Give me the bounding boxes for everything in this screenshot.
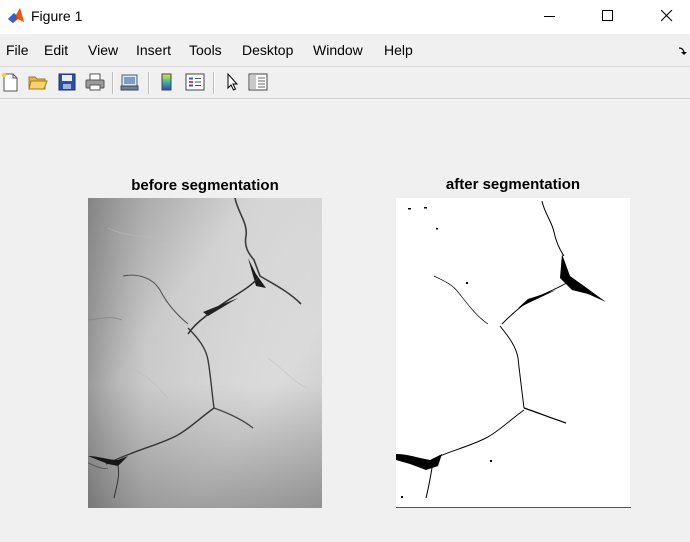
minimize-icon [544,16,555,17]
insert-colorbar-button[interactable] [156,71,178,93]
menu-edit[interactable]: Edit [44,42,68,58]
maximize-icon [602,10,613,21]
link-plot-button[interactable] [119,71,141,93]
toolbar-separator [148,72,150,94]
matlab-logo-icon [8,8,24,23]
link-plot-icon [120,74,139,91]
right-axes-title: after segmentation [445,176,581,193]
property-inspector-button[interactable] [247,71,269,93]
edit-plot-arrow-icon [227,72,239,91]
property-inspector-icon [248,73,268,91]
menu-file[interactable]: File [6,42,29,58]
toolbar-separator [213,72,215,94]
before-segmentation-image [88,198,322,508]
new-figure-button[interactable] [0,71,22,93]
title-bar: Figure 1 [0,0,690,34]
maximize-button[interactable] [585,0,631,32]
window-title: Figure 1 [31,8,83,24]
open-file-icon [28,76,48,90]
after-segmentation-image [396,198,630,508]
save-icon [58,73,76,91]
new-figure-icon [1,72,18,92]
menu-help[interactable]: Help [384,42,413,58]
menu-window[interactable]: Window [313,42,363,58]
menu-desktop[interactable]: Desktop [242,42,293,58]
close-icon [661,10,673,22]
edit-plot-button[interactable] [222,71,244,93]
menu-view[interactable]: View [88,42,118,58]
left-axes-title: before segmentation [131,177,279,194]
save-button[interactable] [56,71,78,93]
dock-arrow-icon[interactable] [678,46,688,56]
insert-colorbar-icon [161,73,172,91]
menu-tools[interactable]: Tools [189,42,222,58]
minimize-button[interactable] [527,0,573,32]
insert-legend-button[interactable] [184,71,206,93]
axes-border [396,507,631,508]
menu-bar: File Edit View Insert Tools Desktop Wind… [0,34,690,67]
toolbar-separator [112,72,114,94]
print-icon [85,73,105,91]
figure-toolbar [0,67,690,99]
close-button[interactable] [644,0,690,32]
print-button[interactable] [84,71,106,93]
menu-insert[interactable]: Insert [136,42,171,58]
insert-legend-icon [185,73,205,91]
open-file-button[interactable] [27,71,49,93]
